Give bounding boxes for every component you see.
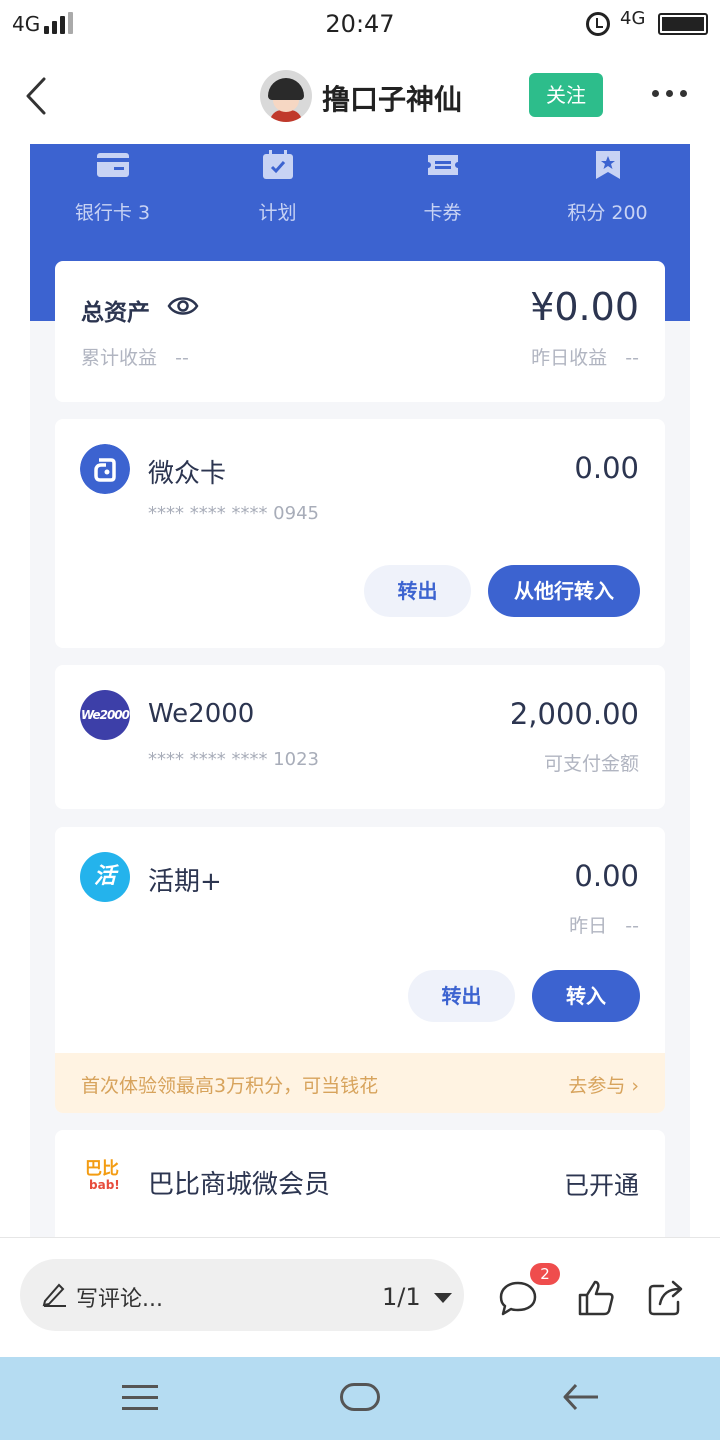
total-assets-value: ¥0.00: [530, 285, 639, 329]
weizhong-logo-icon: [80, 444, 130, 494]
huoqi-yesterday-value: --: [625, 915, 639, 937]
weizhong-card-number: **** **** **** 0945: [148, 503, 319, 524]
more-icon[interactable]: [652, 90, 687, 97]
nav-label: 卡券: [423, 202, 462, 224]
promo-text: 首次体验领最高3万积分，可当钱花: [81, 1075, 379, 1097]
babi-card[interactable]: 巴比 bab! 巴比商城微会员 已开通: [55, 1130, 665, 1237]
weizhong-transfer-in-button[interactable]: 从他行转入: [488, 565, 640, 617]
status-bar: 4G 20:47 4G: [0, 0, 720, 50]
nav-label: 计划: [258, 202, 297, 224]
menu-icon[interactable]: [122, 1385, 158, 1411]
follow-button[interactable]: 关注: [529, 73, 603, 117]
home-icon[interactable]: [340, 1383, 380, 1411]
babi-logo-icon: 巴比 bab!: [85, 1160, 129, 1200]
card-icon: [97, 153, 129, 177]
comment-count-badge: 2: [530, 1263, 560, 1285]
bottom-action-bar: 写评论... 1/1 2: [0, 1237, 720, 1357]
comment-input[interactable]: 写评论... 1/1: [20, 1259, 464, 1331]
back-arrow-icon[interactable]: [562, 1381, 600, 1413]
total-assets-card: 总资产 ¥0.00 累计收益 -- 昨日收益 --: [55, 261, 665, 402]
huoqi-value: 0.00: [574, 859, 639, 893]
promo-banner[interactable]: 首次体验领最高3万积分，可当钱花 去参与 ›: [55, 1053, 665, 1113]
comment-icon[interactable]: [498, 1278, 538, 1318]
babi-logo-top: 巴比: [85, 1159, 119, 1179]
huoqi-logo-icon: 活: [80, 852, 130, 902]
yesterday-value: --: [625, 347, 639, 369]
we2000-card[interactable]: We2000 We2000 2,000.00 **** **** **** 10…: [55, 665, 665, 809]
babi-status: 已开通: [563, 1171, 639, 1200]
comment-placeholder: 写评论...: [76, 1287, 163, 1312]
username[interactable]: 撸口子神仙: [322, 78, 462, 118]
huoqi-yesterday-label: 昨日: [569, 915, 608, 937]
page-indicator[interactable]: 1/1: [382, 1283, 421, 1311]
avatar[interactable]: [260, 70, 312, 122]
cumulative-earnings: 累计收益 --: [81, 343, 189, 370]
total-assets-title: 总资产: [81, 300, 150, 326]
weizhong-value: 0.00: [574, 451, 639, 485]
back-icon[interactable]: [22, 76, 52, 116]
calendar-icon: [263, 150, 293, 179]
network-label-right: 4G: [620, 8, 646, 29]
share-icon[interactable]: [646, 1278, 686, 1318]
huoqi-transfer-out-button[interactable]: 转出: [408, 970, 515, 1022]
ticket-icon: [428, 155, 458, 175]
we2000-value: 2,000.00: [509, 697, 639, 731]
post-image-content: 银行卡 3 计划 卡券 积分 200 总资产 ¥0.00 累计收益 -- 昨日收…: [30, 144, 690, 1237]
weizhong-card[interactable]: 微众卡 0.00 **** **** **** 0945 转出 从他行转入: [55, 419, 665, 648]
alarm-icon: [586, 12, 610, 36]
bookmark-star-icon: [596, 151, 620, 179]
eye-icon[interactable]: [167, 294, 199, 318]
yesterday-label: 昨日收益: [531, 347, 608, 369]
we2000-logo-icon: We2000: [80, 690, 130, 740]
yesterday-earnings: 昨日收益 --: [531, 343, 639, 370]
weizhong-name: 微众卡: [148, 459, 227, 489]
battery-icon: [658, 13, 708, 35]
babi-name: 巴比商城微会员: [148, 1170, 331, 1200]
nav-label: 积分 200: [567, 202, 648, 224]
system-nav-bar: [0, 1357, 720, 1440]
promo-action-link[interactable]: 去参与 ›: [568, 1071, 639, 1098]
cumulative-value: --: [175, 347, 189, 369]
asset-nav: 银行卡 3 计划 卡券 积分 200: [30, 144, 690, 244]
huoqi-name: 活期+: [148, 867, 222, 897]
like-icon[interactable]: [576, 1278, 616, 1318]
weizhong-transfer-out-button[interactable]: 转出: [364, 565, 471, 617]
we2000-available-label: 可支付金额: [543, 753, 639, 775]
chevron-down-icon[interactable]: [434, 1293, 452, 1303]
cumulative-label: 累计收益: [81, 347, 158, 369]
huoqi-yesterday: 昨日 --: [569, 911, 639, 938]
nav-label: 银行卡 3: [74, 202, 151, 224]
header: 撸口子神仙 关注: [0, 60, 720, 132]
we2000-card-number: **** **** **** 1023: [148, 749, 319, 770]
pen-icon: [42, 1283, 66, 1307]
huoqi-transfer-in-button[interactable]: 转入: [532, 970, 640, 1022]
babi-logo-bottom: bab!: [89, 1178, 120, 1192]
we2000-name: We2000: [148, 699, 255, 729]
status-time: 20:47: [325, 10, 395, 38]
